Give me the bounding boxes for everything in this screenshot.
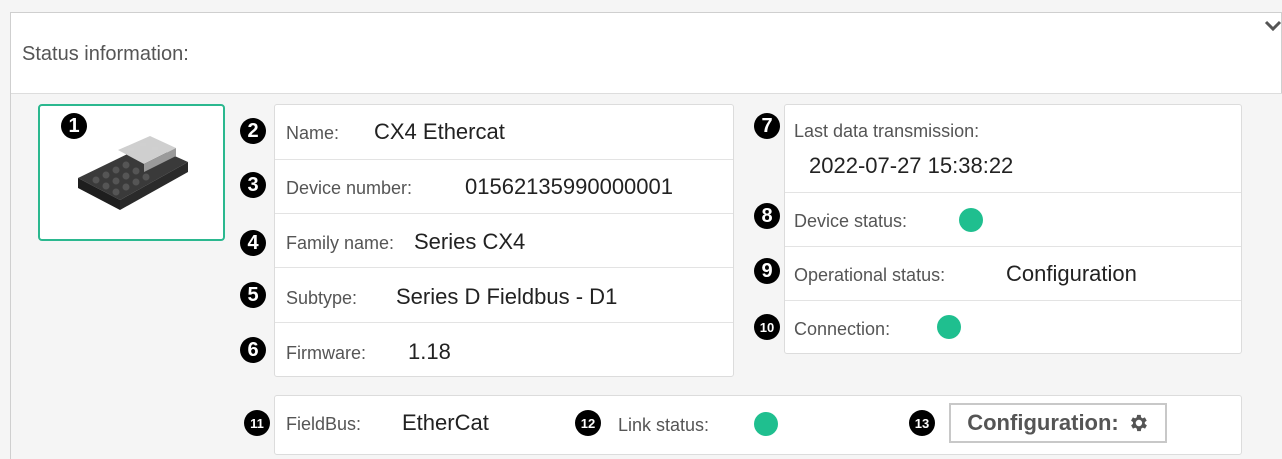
family-row: Family name: Series CX4	[275, 214, 733, 268]
operational-status-value: Configuration	[1006, 261, 1137, 286]
name-row: Name: CX4 Ethercat	[275, 105, 733, 160]
callout-marker-4: 4	[240, 230, 266, 256]
device-info-box: Name: CX4 Ethercat Device number: 015621…	[274, 104, 734, 377]
subtype-value: Series D Fieldbus - D1	[396, 284, 618, 309]
last-transmission-row: Last data transmission: 2022-07-27 15:38…	[785, 105, 1241, 193]
callout-marker-2: 2	[240, 118, 266, 144]
callout-marker-5: 5	[240, 282, 266, 308]
device-number-label: Device number:	[286, 178, 413, 198]
callout-marker-13: 13	[909, 410, 935, 436]
name-label: Name:	[286, 123, 340, 143]
firmware-row: Firmware: 1.18	[275, 323, 733, 377]
callout-marker-10: 10	[754, 314, 780, 340]
header-divider	[11, 93, 1282, 94]
last-transmission-value: 2022-07-27 15:38:22	[809, 153, 1014, 178]
family-value: Series CX4	[414, 229, 526, 254]
device-number-value: 01562135990000001	[465, 174, 674, 199]
callout-marker-6: 6	[240, 337, 266, 363]
callout-marker-7: 7	[754, 113, 780, 139]
last-transmission-label: Last data transmission:	[794, 121, 980, 141]
firmware-value: 1.18	[408, 339, 451, 364]
subtype-label: Subtype:	[286, 288, 358, 308]
gear-icon	[1130, 414, 1147, 432]
firmware-label: Firmware:	[286, 343, 366, 363]
callout-marker-8: 8	[754, 203, 780, 229]
callout-marker-3: 3	[240, 172, 266, 198]
panel-title: Status information:	[22, 43, 189, 65]
link-status-label: Link status:	[618, 415, 710, 435]
configuration-button-label: Configuration:	[967, 410, 1119, 435]
subtype-row: Subtype: Series D Fieldbus - D1	[275, 268, 733, 323]
fieldbus-value: EtherCat	[402, 410, 489, 435]
device-status-label: Device status:	[794, 211, 908, 231]
operational-status-label: Operational status:	[794, 265, 946, 285]
connection-row: Connection:	[785, 301, 1241, 354]
chevron-down-icon[interactable]	[1264, 20, 1282, 32]
callout-marker-12: 12	[575, 410, 601, 436]
connection-label: Connection:	[794, 319, 891, 339]
callout-marker-9: 9	[754, 258, 780, 284]
fieldbus-label: FieldBus:	[286, 414, 362, 434]
operational-status-row: Operational status: Configuration	[785, 247, 1241, 301]
configuration-button[interactable]: Configuration:	[949, 403, 1167, 443]
status-box: Last data transmission: 2022-07-27 15:38…	[784, 104, 1242, 354]
link-status-indicator	[754, 412, 778, 436]
family-label: Family name:	[286, 233, 395, 253]
callout-marker-11: 11	[244, 410, 270, 436]
device-number-row: Device number: 01562135990000001	[275, 160, 733, 214]
connection-indicator	[937, 315, 961, 339]
device-status-row: Device status:	[785, 193, 1241, 247]
callout-marker-1: 1	[61, 113, 87, 139]
device-status-indicator	[959, 208, 983, 232]
name-value: CX4 Ethercat	[374, 119, 505, 144]
